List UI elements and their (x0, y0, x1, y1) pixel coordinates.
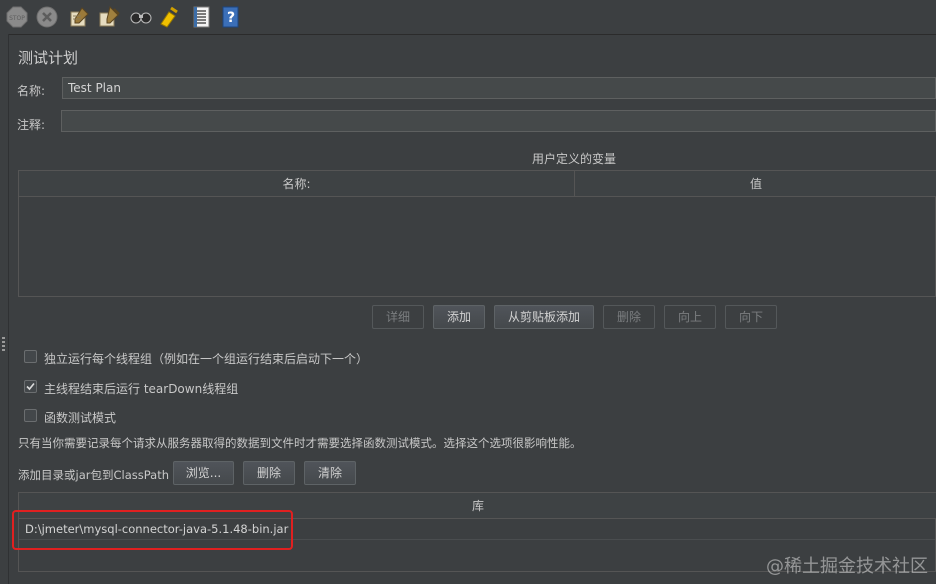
stop-icon[interactable]: STOP (6, 6, 28, 28)
delete-variable-button[interactable]: 删除 (603, 305, 655, 329)
splitter-grip-icon[interactable] (2, 337, 5, 351)
serialize-threadgroups-label: 独立运行每个线程组（例如在一个组运行结束后启动下一个） (44, 352, 369, 366)
reset-search-icon[interactable] (157, 6, 179, 28)
column-header-value[interactable]: 值 (575, 171, 936, 197)
toolbar: STOP ? (0, 0, 936, 35)
page-title: 测试计划 (18, 49, 79, 67)
user-vars-caption: 用户定义的变量 (532, 152, 617, 166)
function-helper-icon[interactable] (190, 6, 212, 28)
watermark: @稀土掘金技术社区 (766, 556, 928, 577)
browse-button[interactable]: 浏览... (173, 461, 234, 485)
user-vars-table[interactable]: 名称: 值 (18, 170, 936, 297)
add-from-clipboard-button[interactable]: 从剪贴板添加 (494, 305, 594, 329)
classpath-label: 添加目录或jar包到ClassPath (18, 468, 169, 482)
name-label: 名称: (17, 84, 46, 98)
functional-mode-note: 只有当你需要记录每个请求从服务器取得的数据到文件时才需要选择函数测试模式。选择这… (18, 436, 582, 450)
search-icon[interactable] (130, 6, 152, 28)
functional-mode-checkbox[interactable] (24, 409, 37, 422)
move-up-button[interactable]: 向上 (664, 305, 716, 329)
add-button[interactable]: 添加 (433, 305, 485, 329)
name-field[interactable]: Test Plan (62, 77, 936, 99)
clear-all-icon[interactable] (98, 6, 120, 28)
move-down-button[interactable]: 向下 (725, 305, 777, 329)
clear-icon[interactable] (68, 6, 90, 28)
checkmark-icon (26, 382, 35, 391)
svg-text:STOP: STOP (9, 15, 25, 22)
help-icon[interactable]: ? (220, 6, 242, 28)
column-header-name[interactable]: 名称: (19, 171, 575, 197)
clear-classpath-button[interactable]: 清除 (304, 461, 356, 485)
detail-button[interactable]: 详细 (372, 305, 424, 329)
svg-text:?: ? (227, 10, 235, 26)
left-splitter[interactable] (0, 34, 9, 584)
delete-classpath-button[interactable]: 删除 (243, 461, 295, 485)
teardown-checkbox[interactable] (24, 380, 37, 393)
serialize-threadgroups-checkbox[interactable] (24, 350, 37, 363)
teardown-label: 主线程结束后运行 tearDown线程组 (44, 382, 239, 396)
comment-field[interactable] (61, 110, 936, 132)
highlight-annotation (12, 510, 293, 550)
comment-label: 注释: (17, 118, 46, 132)
shutdown-icon[interactable] (36, 6, 58, 28)
functional-mode-label: 函数测试模式 (44, 411, 117, 425)
